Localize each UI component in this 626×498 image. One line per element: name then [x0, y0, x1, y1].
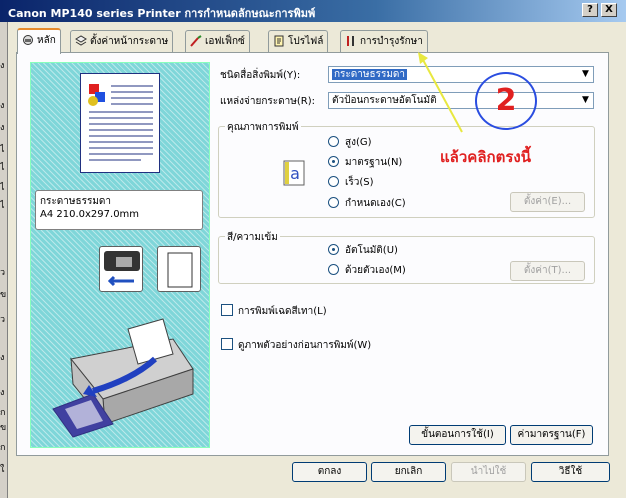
annotation-arrow [418, 52, 463, 133]
annotation-text: แล้วคลิกตรงนี้ [440, 148, 531, 166]
annotation-step-number: 2 [475, 72, 537, 130]
